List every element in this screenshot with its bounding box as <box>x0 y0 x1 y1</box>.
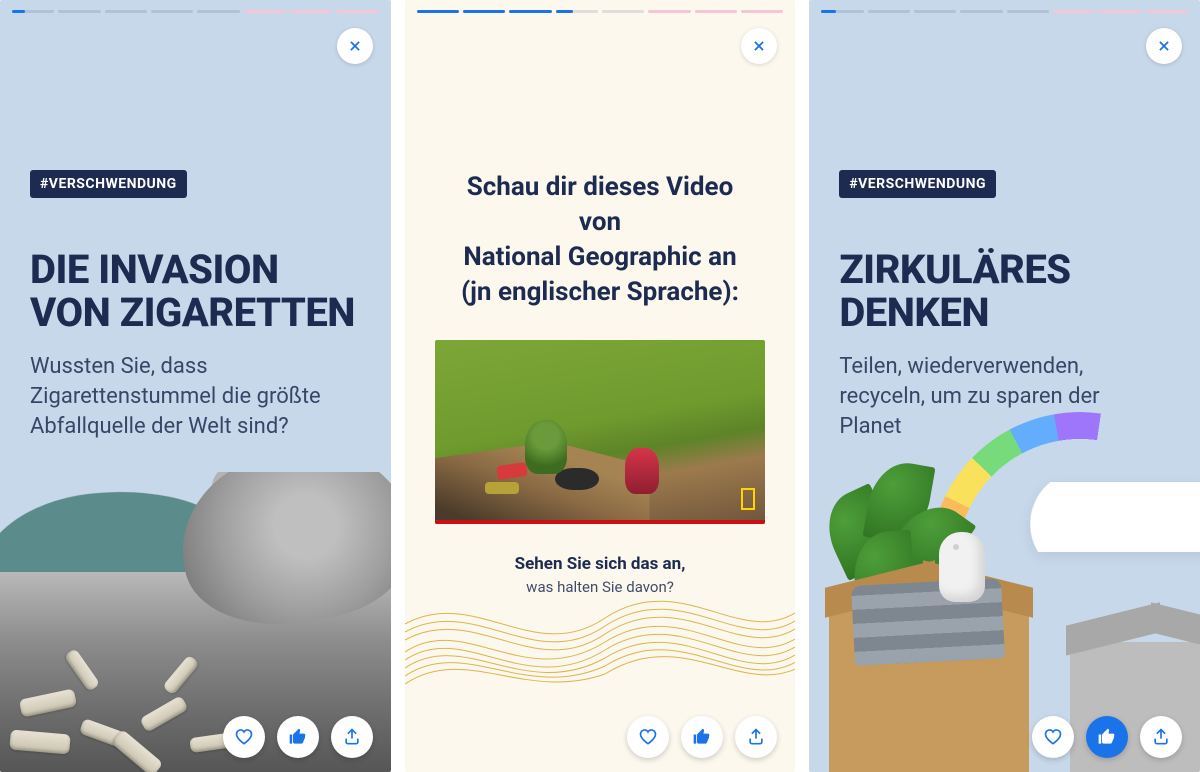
video-thumbnail[interactable] <box>435 340 765 524</box>
thumbs-up-icon <box>692 727 712 747</box>
story-card-3: #VERSCHWENDUNG ZIRKULÄRES DENKEN Teilen,… <box>809 0 1200 772</box>
share-button[interactable] <box>331 716 373 758</box>
favorite-button[interactable] <box>1032 716 1074 758</box>
card2-content: Schau dir dieses Video von National Geog… <box>405 0 796 596</box>
natgeo-logo-icon <box>741 488 755 510</box>
favorite-button[interactable] <box>223 716 265 758</box>
action-bar <box>1032 716 1182 758</box>
card1-subtitle: Wussten Sie, dass Zigarettenstummel die … <box>30 352 350 441</box>
heart-icon <box>1043 727 1063 747</box>
thumbs-up-icon <box>288 727 308 747</box>
like-button[interactable] <box>277 716 319 758</box>
card1-content: #VERSCHWENDUNG DIE INVASION VON ZIGARETT… <box>0 0 391 441</box>
story-card-2: Schau dir dieses Video von National Geog… <box>405 0 796 772</box>
action-bar <box>627 716 777 758</box>
hand-holding-cigarette-icon <box>151 472 391 622</box>
heart-icon <box>638 727 658 747</box>
card3-content: #VERSCHWENDUNG ZIRKULÄRES DENKEN Teilen,… <box>809 0 1200 441</box>
hashtag-badge: #VERSCHWENDUNG <box>839 170 996 198</box>
share-icon <box>1151 727 1171 747</box>
share-button[interactable] <box>1140 716 1182 758</box>
hashtag-badge: #VERSCHWENDUNG <box>30 170 187 198</box>
card1-title: DIE INVASION VON ZIGARETTEN <box>30 248 361 334</box>
story-card-1: #VERSCHWENDUNG DIE INVASION VON ZIGARETT… <box>0 0 391 772</box>
thumbs-up-icon <box>1097 727 1117 747</box>
share-icon <box>342 727 362 747</box>
action-bar <box>223 716 373 758</box>
card2-heading-line2: National Geographic an <box>435 240 766 275</box>
share-icon <box>746 727 766 747</box>
heart-icon <box>234 727 254 747</box>
appliance-icon <box>939 532 985 602</box>
card2-heading-line3: (jn englischer Sprache): <box>435 275 766 310</box>
like-button[interactable] <box>1086 716 1128 758</box>
card3-title: ZIRKULÄRES DENKEN <box>839 248 1170 334</box>
share-button[interactable] <box>735 716 777 758</box>
wave-decoration-icon <box>405 542 796 702</box>
favorite-button[interactable] <box>627 716 669 758</box>
card2-heading-line1: Schau dir dieses Video von <box>435 170 766 240</box>
like-button[interactable] <box>681 716 723 758</box>
